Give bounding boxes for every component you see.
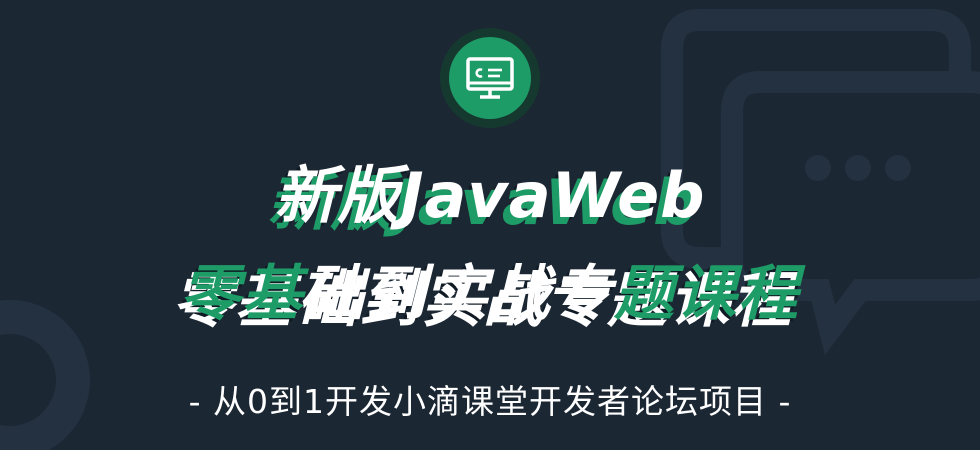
title-line2-part3: 题课程 (614, 259, 800, 329)
subtitle: - 从0到1开发小滴课堂开发者论坛项目 - (188, 382, 792, 421)
monitor-icon-badge (440, 28, 540, 128)
course-banner: 新版JavaWeb 零基础到实战专题课程 - 从0到1开发小滴课堂开发者论坛项目… (0, 0, 980, 450)
title-line2-part2: 础到实战专 (304, 259, 614, 329)
title-line1-cn: 新版 (274, 159, 401, 232)
title-line-2: 零基础到实战专题课程 (0, 256, 980, 332)
title-line-1: 新版JavaWeb (0, 158, 980, 234)
title-line2-part1: 零基 (180, 259, 304, 329)
title-line1-en: JavaWeb (400, 159, 706, 232)
monitor-icon (466, 57, 514, 99)
